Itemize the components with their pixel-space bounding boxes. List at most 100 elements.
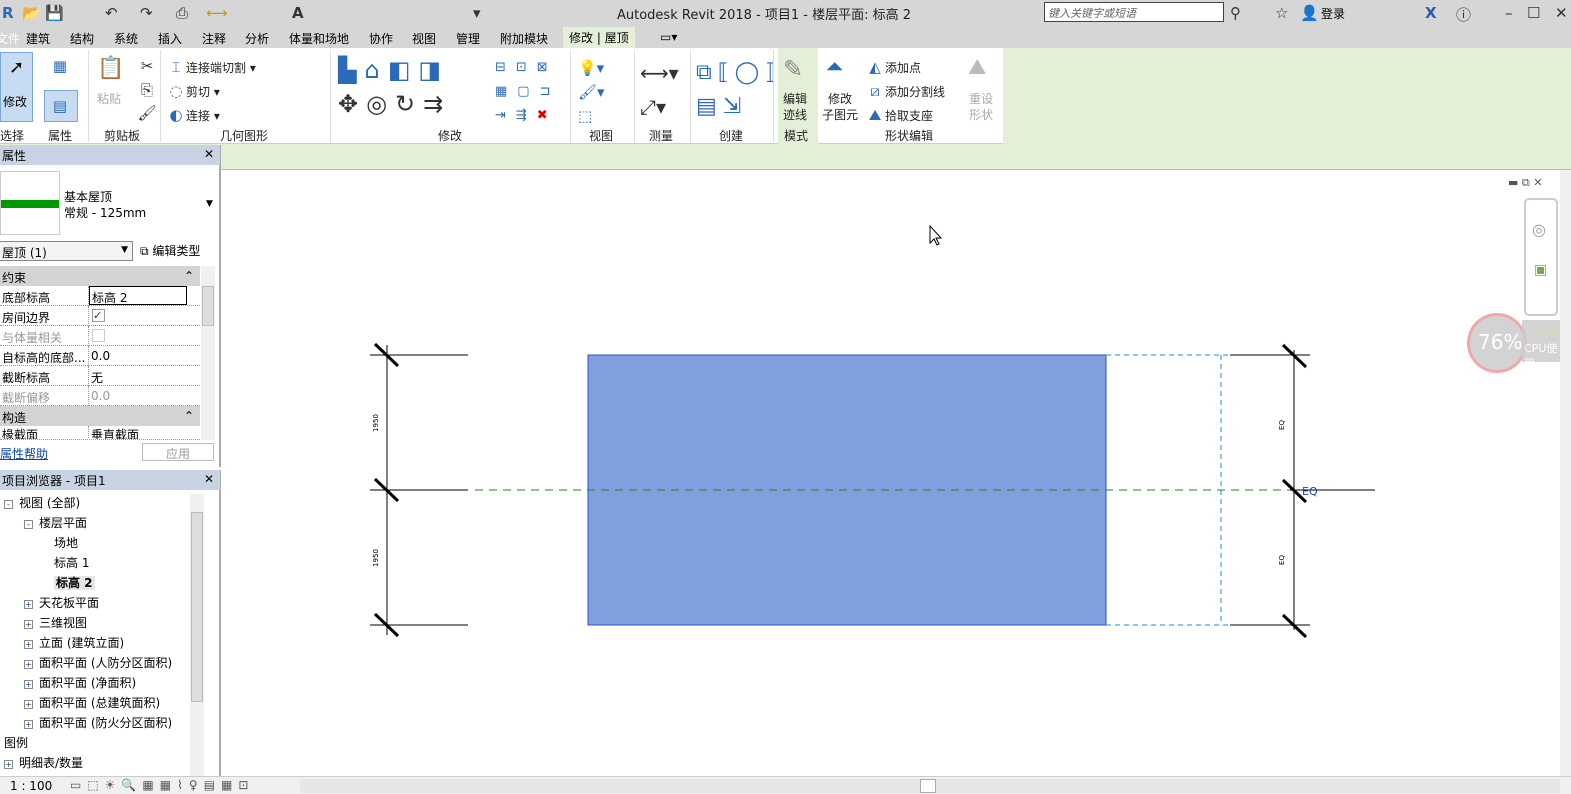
tab-architecture[interactable]: 建筑 [26, 30, 50, 47]
tab-systems[interactable]: 系统 [114, 30, 138, 47]
browser-item[interactable]: 标高 1 [54, 554, 89, 571]
copy-icon[interactable]: ⎘ [137, 80, 157, 100]
room-bounding-checkbox[interactable]: ✓ [92, 309, 105, 322]
print-icon[interactable]: ⎙ [176, 4, 188, 22]
close-icon[interactable]: ✕ [1555, 4, 1568, 22]
browser-item[interactable]: 标高 2 [54, 574, 95, 591]
apply-button[interactable]: 应用 [142, 443, 214, 461]
customize-icon[interactable]: ▾ [473, 4, 481, 22]
group-constraints[interactable]: 约束 ⌃ [0, 266, 200, 286]
prop-row-rafter-cut[interactable]: 椽截面 垂直截面 [0, 426, 200, 440]
expand-icon[interactable]: + [4, 760, 13, 769]
scale-selector[interactable]: 1 : 100 [10, 779, 52, 793]
tab-insert[interactable]: 插入 [158, 30, 182, 47]
eq-toggle[interactable]: EQ [1302, 485, 1318, 498]
panel-toggle-icon[interactable]: ▭▾ [660, 30, 677, 44]
expand-icon[interactable]: + [24, 680, 33, 689]
match-properties-icon[interactable]: 🖌 [137, 103, 157, 123]
browser-item[interactable]: + 面积平面 (总建筑面积) [24, 694, 160, 711]
redo-icon[interactable]: ↷ [140, 4, 153, 22]
properties-scrollbar[interactable] [201, 266, 215, 440]
left-dimension[interactable] [370, 342, 468, 638]
browser-item[interactable]: + 天花板平面 [24, 594, 99, 611]
cut-geometry-button[interactable]: ◌ 剪切 ▾ [166, 81, 219, 101]
tab-manage[interactable]: 管理 [456, 30, 480, 47]
text-icon[interactable]: A [292, 4, 304, 22]
prop-row-base-level[interactable]: 底部标高 标高 2 [0, 286, 200, 306]
tab-structure[interactable]: 结构 [70, 30, 94, 47]
add-point-button[interactable]: ◭ 添加点 [865, 57, 921, 77]
expand-icon[interactable]: + [24, 600, 33, 609]
tab-view[interactable]: 视图 [412, 30, 436, 47]
canvas-horizontal-scrollbar[interactable] [300, 779, 1560, 793]
tab-massing[interactable]: 体量和场地 [289, 30, 349, 47]
expand-icon[interactable]: + [24, 660, 33, 669]
minimize-icon[interactable]: – [1505, 4, 1513, 22]
pick-supports-button[interactable]: ⛰ 拾取支座 [865, 105, 933, 125]
expand-icon[interactable]: + [24, 700, 33, 709]
search-input[interactable]: 键入关键字或短语 [1044, 2, 1224, 22]
help-icon[interactable]: ⓘ [1456, 4, 1471, 25]
browser-item[interactable]: - 视图 (全部) [4, 494, 80, 511]
select-panel-dropdown[interactable]: 选择 [0, 127, 24, 144]
prop-row-room-bounding[interactable]: 房间边界 ✓ [0, 306, 200, 326]
properties-button[interactable]: ▤ [44, 90, 78, 122]
join-button[interactable]: ◐ 连接 ▾ [166, 105, 219, 125]
edit-footprint-button[interactable]: 编辑 迹线 [783, 91, 807, 123]
login-button[interactable]: 登录 [1321, 5, 1345, 22]
instance-filter-dropdown[interactable]: 屋顶 (1) ▼ [0, 241, 133, 261]
browser-item[interactable]: 图例 [4, 734, 28, 751]
create-icons[interactable]: ⧉⟦◯⟧ ▤⇲ [696, 56, 782, 124]
group-construction[interactable]: 构造 ⌃ [0, 406, 200, 426]
canvas-vertical-scrollbar[interactable] [1560, 170, 1571, 776]
modify-button[interactable]: ➚ 修改 [0, 52, 33, 122]
properties-help-link[interactable]: 属性帮助 [0, 445, 48, 462]
tab-annotate[interactable]: 注释 [202, 30, 226, 47]
drawing-canvas[interactable]: ▬ ⧉ ✕ ◎ ▣ 76% 6% CPU使用 1950 1950 EQ EQ EQ [222, 170, 1562, 776]
prop-row-base-offset[interactable]: 自标高的底部... 0.0 [0, 346, 200, 366]
reset-shape-button[interactable]: 重设 形状 [969, 91, 993, 123]
cut-join-button[interactable]: ⌶ 连接端切割 ▾ [166, 57, 255, 77]
browser-item[interactable]: + 三维视图 [24, 614, 87, 631]
browser-item[interactable]: + 明细表/数量 [4, 754, 83, 771]
cut-icon[interactable]: ✂ [137, 56, 157, 76]
view-control-icons[interactable]: ▭⬚☀🔍▦▦⌇♀▤▦⊡ [70, 778, 254, 792]
browser-item[interactable]: 场地 [54, 534, 78, 551]
move-copy-rotate-trim-icons[interactable]: ✥◎↻⇉ [338, 90, 451, 118]
expand-icon[interactable]: + [24, 620, 33, 629]
tab-file[interactable]: 文件 [0, 30, 20, 47]
close-browser-icon[interactable]: ✕ [204, 472, 214, 486]
type-properties-icon[interactable]: ▦ [50, 56, 70, 76]
measure-icon[interactable]: ⟷ [206, 4, 228, 22]
add-split-line-button[interactable]: ⧄ 添加分割线 [865, 81, 945, 101]
undo-icon[interactable]: ↶ [105, 4, 118, 22]
browser-item[interactable]: - 楼层平面 [24, 514, 87, 531]
align-offset-mirror-icons[interactable]: ▙⌂◧◨ [338, 56, 449, 84]
prop-row-cutoff-level[interactable]: 截断标高无 [0, 366, 200, 386]
browser-item[interactable]: + 面积平面 (净面积) [24, 674, 136, 691]
collapse-icon[interactable]: - [24, 520, 33, 529]
modify-sub-elements-button[interactable]: 修改 子图元 [822, 91, 858, 123]
save-icon[interactable]: 💾 [45, 4, 64, 22]
browser-item[interactable]: + 面积平面 (防火分区面积) [24, 714, 172, 731]
expand-icon[interactable]: + [24, 720, 33, 729]
binoculars-icon[interactable]: ⚲ [1230, 4, 1241, 22]
measure-icons[interactable]: ⟷▾ ⤢▾ [640, 56, 679, 124]
user-icon[interactable]: 👤 [1300, 4, 1319, 22]
tab-modify-roof[interactable]: 修改 | 屋顶 [563, 27, 635, 48]
type-dropdown-icon[interactable]: ▼ [206, 199, 213, 209]
type-selector[interactable]: 基本屋顶 常规 - 125mm [64, 189, 146, 221]
browser-item[interactable]: + 面积平面 (人防分区面积) [24, 654, 172, 671]
edit-type-button[interactable]: ⧉ 编辑类型 [140, 242, 200, 259]
star-icon[interactable]: ☆ [1275, 4, 1288, 22]
browser-item[interactable]: + 立面 (建筑立面) [24, 634, 124, 651]
open-icon[interactable]: 📂 [22, 4, 41, 22]
exchange-icon[interactable]: X [1425, 4, 1437, 22]
browser-scrollbar[interactable] [190, 494, 204, 776]
collapse-icon[interactable]: - [4, 500, 13, 509]
tab-analyze[interactable]: 分析 [245, 30, 269, 47]
base-level-input[interactable]: 标高 2 [89, 286, 187, 305]
tab-addins[interactable]: 附加模块 [500, 30, 548, 47]
tab-collaborate[interactable]: 协作 [369, 30, 393, 47]
view-panel-icons[interactable]: 💡▾ 🖌▾ ⬚ [578, 56, 628, 128]
